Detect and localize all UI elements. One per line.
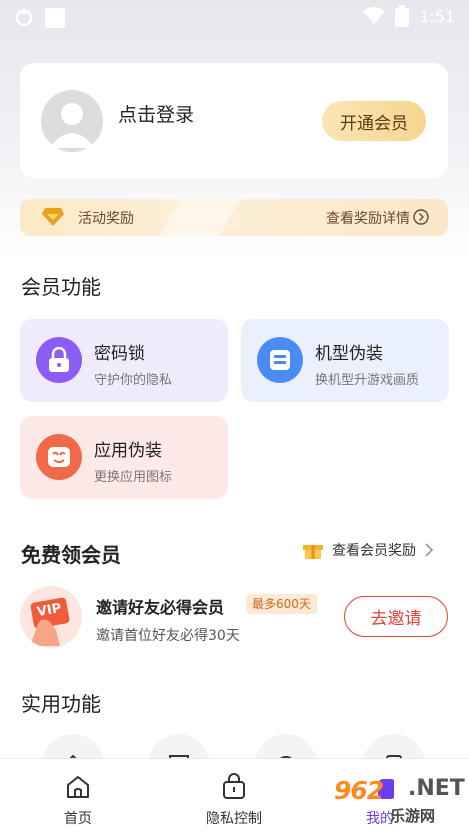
feature-subtitle: 换机型升游戏画质 xyxy=(315,373,420,388)
gift-icon xyxy=(303,545,323,559)
user-card[interactable]: 点击登录 开通会员 xyxy=(20,63,448,178)
chevron-right-circle-icon[interactable] xyxy=(413,209,429,225)
device-disguise-icon xyxy=(257,337,303,383)
diamond-icon xyxy=(42,208,64,226)
open-vip-button[interactable]: 开通会员 xyxy=(322,101,426,141)
feature-card-password-lock[interactable]: 密码锁 守护你的隐私 xyxy=(20,319,228,402)
default-avatar-icon xyxy=(49,103,95,148)
invite-max-days-badge: 最多600天 xyxy=(246,594,317,614)
home-icon xyxy=(67,776,89,798)
watermark-logo: 962 xyxy=(334,776,384,805)
watermark-site: 乐游网 xyxy=(390,807,436,825)
sync-icon xyxy=(15,9,33,27)
view-vip-rewards-link[interactable]: 查看会员奖励 xyxy=(302,540,434,560)
activity-reward-bar[interactable]: 活动奖励 查看奖励详情 xyxy=(20,199,448,236)
view-reward-details-link[interactable]: 查看奖励详情 xyxy=(326,208,410,228)
chevron-right-icon xyxy=(425,543,434,557)
tab-label: 首页 xyxy=(64,811,92,827)
utilities-title: 实用功能 xyxy=(21,692,101,716)
lock-icon xyxy=(36,337,82,383)
avatar[interactable] xyxy=(41,90,103,152)
feature-card-device-disguise[interactable]: 机型伪装 换机型升游戏画质 xyxy=(241,319,449,402)
status-time: 1:51 xyxy=(419,6,455,26)
status-bar: 1:51 xyxy=(0,0,469,34)
login-prompt[interactable]: 点击登录 xyxy=(118,100,194,127)
feature-title: 应用伪装 xyxy=(94,441,162,461)
feature-subtitle: 更换应用图标 xyxy=(94,470,173,485)
invite-title: 邀请好友必得会员 xyxy=(96,598,225,617)
reward-label: 活动奖励 xyxy=(78,211,134,227)
tab-privacy-control[interactable]: 隐私控制 xyxy=(184,759,284,833)
view-vip-rewards-label: 查看会员奖励 xyxy=(332,543,416,559)
tab-home[interactable]: 首页 xyxy=(28,759,128,833)
app-mask-icon xyxy=(36,434,82,480)
feature-title: 密码锁 xyxy=(94,344,145,364)
free-vip-title: 免费领会员 xyxy=(21,543,121,567)
invite-button[interactable]: 去邀请 xyxy=(344,596,448,637)
lock-bag-icon xyxy=(223,773,245,799)
vip-badge-icon: VIP xyxy=(20,586,82,648)
watermark-net: .NET xyxy=(408,776,465,801)
battery-icon xyxy=(395,5,410,27)
wifi-icon xyxy=(363,7,386,24)
feature-title: 机型伪装 xyxy=(315,344,383,364)
feature-card-app-disguise[interactable]: 应用伪装 更换应用图标 xyxy=(20,416,228,499)
notification-icon xyxy=(45,8,65,28)
member-features-title: 会员功能 xyxy=(21,275,101,299)
feature-subtitle: 守护你的隐私 xyxy=(94,373,173,388)
decorative-stripe xyxy=(159,199,241,236)
invite-subtitle: 邀请首位好友必得30天 xyxy=(96,628,240,644)
tab-label: 隐私控制 xyxy=(206,811,262,827)
site-watermark: 962 .NET 乐游网 xyxy=(334,772,465,826)
